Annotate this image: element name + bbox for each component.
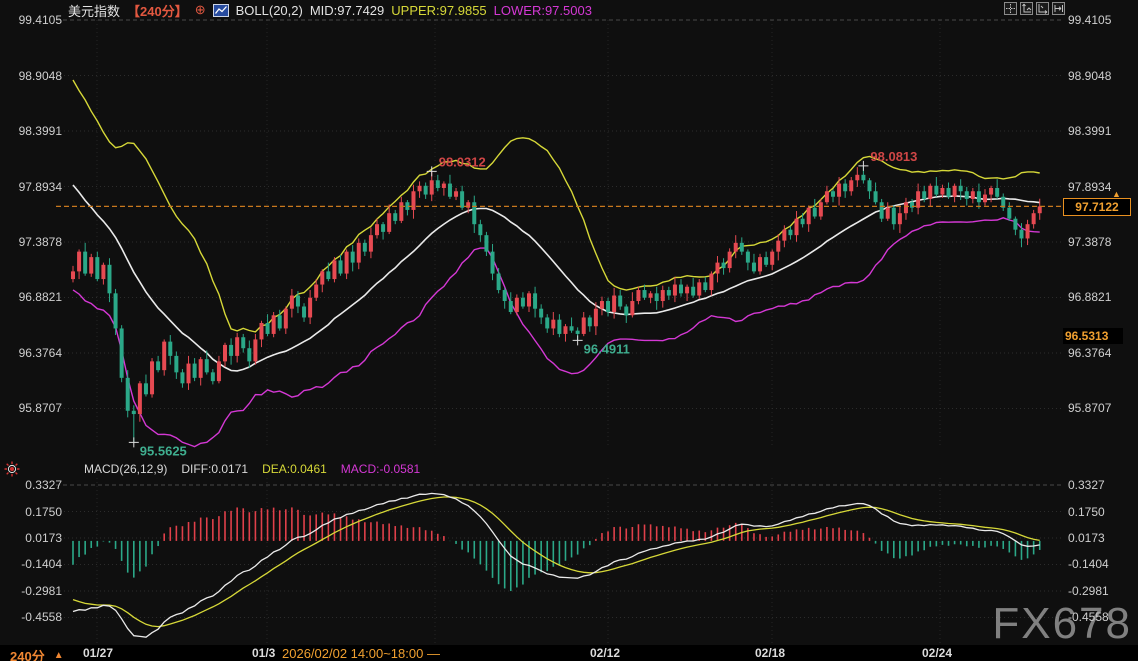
macd-dea-value: DEA:0.0461 <box>262 462 327 476</box>
macd-macd-value: MACD:-0.0581 <box>341 462 420 476</box>
macd-marker-icon[interactable] <box>4 461 20 477</box>
macd-axis-label: -0.1404 <box>0 556 62 572</box>
time-axis-label: 02/24 <box>922 646 952 660</box>
chart-toolbar <box>1004 2 1065 15</box>
time-range-tooltip: 2026/02/02 14:00~18:00 — <box>279 645 443 661</box>
macd-diff-value: DIFF:0.0171 <box>181 462 248 476</box>
y-axis-scale-icon[interactable] <box>1020 2 1033 15</box>
time-axis-label: 01/27 <box>83 646 113 660</box>
time-axis-bar: 240分 ▲ 01/2701/3602/1202/1802/24 2026/02… <box>0 645 1138 661</box>
footer-timeframe-label: 240分 <box>10 646 45 661</box>
current-price-tag: 97.7122 <box>1063 198 1131 216</box>
boll-mid-value: MID:97.7429 <box>310 3 384 18</box>
macd-axis-label: 0.0173 <box>0 530 62 546</box>
bollinger-bands-layer <box>73 80 1040 447</box>
lower-value-tag: 96.5313 <box>1063 328 1123 344</box>
boll-label: BOLL(20,2) <box>236 3 303 18</box>
expand-icon[interactable]: ⊕ <box>195 2 206 18</box>
macd-axis-label: 0.0173 <box>1068 530 1105 546</box>
trading-chart-window: 98.0312 98.0813 96.4911 95.5625 美元指数 【240分】… <box>0 0 1138 661</box>
price-axis-label: 98.3991 <box>0 123 62 139</box>
svg-text:96.4911: 96.4911 <box>584 341 630 356</box>
price-axis-label: 95.8707 <box>0 400 62 416</box>
price-axis-label: 96.3764 <box>1068 345 1111 361</box>
macd-axis-label: 0.3327 <box>0 477 62 493</box>
svg-text:95.5625: 95.5625 <box>140 443 187 458</box>
price-axis-label: 97.8934 <box>1068 179 1111 195</box>
price-axis-label: 98.9048 <box>1068 68 1111 84</box>
main-chart-svg[interactable]: 98.0312 98.0813 96.4911 95.5625 <box>0 0 1138 661</box>
price-axis-label: 95.8707 <box>1068 400 1111 416</box>
price-axis-label: 97.3878 <box>0 234 62 250</box>
watermark: FX678 <box>992 599 1132 649</box>
macd-label: MACD(26,12,9) <box>84 462 167 476</box>
macd-header: MACD(26,12,9) DIFF:0.0171 DEA:0.0461 MAC… <box>0 460 420 478</box>
macd-layer <box>73 493 1040 637</box>
price-axis-label: 97.8934 <box>0 179 62 195</box>
price-axis-label: 96.3764 <box>0 345 62 361</box>
x-axis-scale-icon[interactable] <box>1036 2 1049 15</box>
price-axis-label: 98.3991 <box>1068 123 1111 139</box>
crosshair-tool-icon[interactable] <box>1004 2 1017 15</box>
chart-header: 美元指数 【240分】 ⊕ BOLL(20,2) MID:97.7429 UPP… <box>68 2 592 18</box>
macd-axis-label: 0.3327 <box>1068 477 1105 493</box>
candles-layer <box>71 166 1042 442</box>
boll-lower-value: LOWER:97.5003 <box>494 3 592 18</box>
price-tag-pin-icon: ▲ <box>1112 189 1121 199</box>
indicator-icon[interactable] <box>213 4 229 17</box>
svg-text:98.0813: 98.0813 <box>870 149 917 164</box>
boll-upper-value: UPPER:97.9855 <box>391 3 486 18</box>
time-axis-label: 02/18 <box>755 646 785 660</box>
price-axis-label: 98.9048 <box>0 68 62 84</box>
timeframe-selector[interactable]: 【240分】 <box>127 1 188 20</box>
price-axis-label: 99.4105 <box>1068 12 1111 28</box>
price-axis-label: 99.4105 <box>0 12 62 28</box>
price-axis-label: 96.8821 <box>1068 289 1111 305</box>
svg-text:98.0312: 98.0312 <box>439 154 486 169</box>
time-axis-label: 02/12 <box>590 646 620 660</box>
timeframe-up-arrow-icon: ▲ <box>54 650 64 661</box>
symbol-name: 美元指数 <box>68 1 120 20</box>
macd-axis-label: -0.4558 <box>0 609 62 625</box>
macd-axis-label: -0.2981 <box>0 583 62 599</box>
price-axis-label: 97.3878 <box>1068 234 1111 250</box>
price-axis-label: 96.8821 <box>0 289 62 305</box>
restore-scale-icon[interactable] <box>1052 2 1065 15</box>
time-axis-label: 01/3 <box>252 646 275 660</box>
macd-axis-label: 0.1750 <box>0 504 62 520</box>
footer-timeframe-button[interactable]: 240分 ▲ <box>10 646 64 661</box>
macd-axis-label: -0.1404 <box>1068 556 1109 572</box>
macd-axis-label: -0.2981 <box>1068 583 1109 599</box>
macd-axis-label: 0.1750 <box>1068 504 1105 520</box>
